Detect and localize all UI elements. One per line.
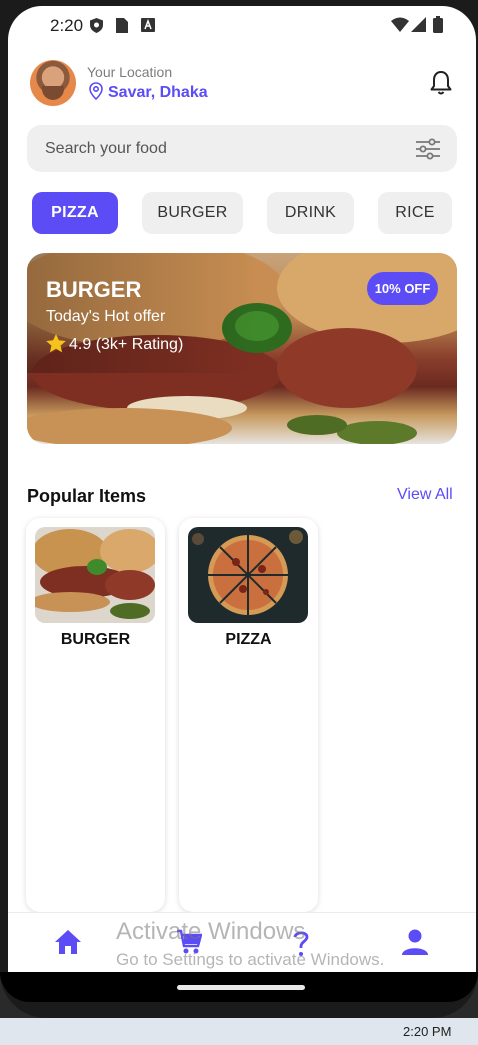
avatar[interactable]: [30, 60, 76, 106]
location-label: Your Location: [87, 64, 173, 80]
burger-thumbnail: [35, 527, 155, 623]
taskbar-clock: 2:20 PM: [403, 1024, 452, 1039]
view-all-link[interactable]: View All: [397, 486, 453, 504]
watermark-title: Activate Windows: [116, 918, 306, 945]
star-icon: [46, 334, 66, 353]
category-drink[interactable]: DRINK: [267, 192, 354, 234]
signal-icon: [411, 17, 426, 32]
battery-icon: [433, 16, 443, 33]
status-bar: 2:20: [8, 6, 476, 44]
font-status-icon: [141, 18, 155, 32]
shield-status-icon: [90, 18, 103, 33]
sim-card-icon: [116, 18, 128, 33]
watermark-subtitle: Go to Settings to activate Windows.: [116, 950, 385, 969]
discount-badge: 10% OFF: [367, 272, 438, 305]
popular-item-card-pizza[interactable]: PIZZA: [179, 518, 318, 912]
hot-offer-banner[interactable]: BURGER Today's Hot offer 4.9 (3k+ Rating…: [27, 253, 457, 444]
home-gesture-pill[interactable]: [177, 985, 305, 990]
status-time: 2:20: [50, 16, 84, 35]
item-name: BURGER: [60, 631, 131, 648]
banner-rating: 4.9 (3k+ Rating): [69, 336, 184, 353]
app-screen: 2:20 Your Location Savar, Dhaka Search y…: [8, 6, 476, 972]
search-bar: [27, 125, 457, 172]
notification-bell-icon[interactable]: [429, 70, 453, 96]
location-pin-icon: [89, 82, 103, 100]
location-value[interactable]: Savar, Dhaka: [108, 84, 208, 102]
search-input[interactable]: [45, 125, 395, 172]
home-icon[interactable]: [54, 929, 82, 955]
popular-item-card-burger[interactable]: BURGER: [26, 518, 165, 912]
wifi-icon: [391, 17, 409, 32]
banner-subtitle: Today's Hot offer: [46, 308, 166, 325]
filter-sliders-icon[interactable]: [416, 138, 440, 160]
category-pizza[interactable]: PIZZA: [32, 192, 118, 234]
item-name: PIZZA: [225, 631, 272, 648]
banner-title: BURGER: [46, 277, 142, 302]
popular-items-title: Popular Items: [27, 486, 147, 506]
pizza-thumbnail: [188, 527, 308, 623]
profile-icon[interactable]: [402, 929, 428, 955]
windows-taskbar: 2:20 PM: [0, 1018, 478, 1045]
category-rice[interactable]: RICE: [378, 192, 452, 234]
category-burger[interactable]: BURGER: [142, 192, 243, 234]
windows-activation-watermark: Activate Windows Go to Settings to activ…: [116, 918, 384, 970]
